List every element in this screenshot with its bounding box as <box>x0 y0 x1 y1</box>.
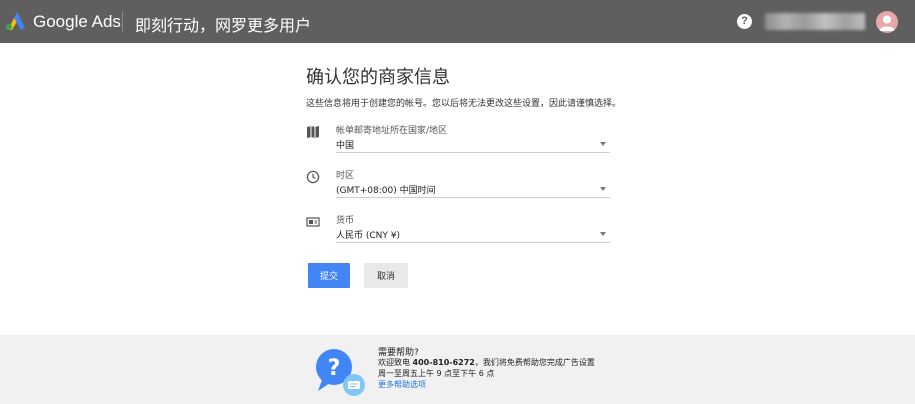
chevron-down-icon <box>600 232 606 236</box>
main-content: 确认您的商家信息 这些信息将用于创建您的帐号。您以后将无法更改这些设置，因此请谨… <box>0 43 915 335</box>
account-email-redacted[interactable] <box>765 13 865 30</box>
header-tagline: 即刻行动，网罗更多用户 <box>135 16 312 35</box>
cancel-button[interactable]: 取消 <box>364 263 408 288</box>
timezone-label: 时区 <box>336 171 355 181</box>
question-circle-icon[interactable]: ? <box>737 14 752 29</box>
avatar[interactable] <box>876 11 898 33</box>
currency-card-icon <box>306 217 320 227</box>
more-help-link[interactable]: 更多帮助选项 <box>378 379 426 390</box>
country-select[interactable]: 中国 <box>336 136 610 153</box>
page-subtitle: 这些信息将用于创建您的帐号。您以后将无法更改这些设置，因此请谨慎选择。 <box>306 99 622 109</box>
help-phone-number: 400-810-6272 <box>412 358 475 367</box>
currency-label: 货币 <box>336 216 355 226</box>
chevron-down-icon <box>600 187 606 191</box>
country-label: 帐单邮寄地址所在国家/地区 <box>336 126 448 136</box>
header-divider <box>122 11 123 32</box>
page-title: 确认您的商家信息 <box>306 67 450 88</box>
map-icon <box>307 126 319 138</box>
country-value: 中国 <box>336 141 355 151</box>
clock-icon <box>306 170 320 184</box>
google-ads-logo-icon[interactable] <box>5 12 25 30</box>
timezone-field: 时区 (GMT+08:00) 中国时间 <box>306 168 610 208</box>
user-silhouette-icon <box>879 15 895 31</box>
currency-select[interactable]: 人民币 (CNY ¥) <box>336 226 610 243</box>
svg-text:?: ? <box>328 356 341 381</box>
timezone-value: (GMT+08:00) 中国时间 <box>336 186 436 196</box>
help-phone-suffix: ，我们将免费帮助您完成广告设置 <box>474 358 595 367</box>
help-phone-prefix: 欢迎致电 <box>378 358 413 367</box>
help-chat-icon: ? <box>316 349 365 396</box>
timezone-select[interactable]: (GMT+08:00) 中国时间 <box>336 181 610 198</box>
chevron-down-icon <box>600 142 606 146</box>
currency-field: 货币 人民币 (CNY ¥) <box>306 213 610 253</box>
brand-name[interactable]: Google Ads <box>33 12 121 32</box>
currency-value: 人民币 (CNY ¥) <box>336 231 400 241</box>
submit-button[interactable]: 提交 <box>308 263 350 288</box>
help-hours: 周一至周五上午 9 点至下午 6 点 <box>378 369 495 378</box>
help-phone-line: 欢迎致电 400-810-6272，我们将免费帮助您完成广告设置 <box>378 357 595 368</box>
country-field: 帐单邮寄地址所在国家/地区 中国 <box>306 123 610 163</box>
top-app-bar: Google Ads 即刻行动，网罗更多用户 ? <box>0 0 915 43</box>
help-footer: ? 需要帮助? 欢迎致电 400-810-6272，我们将免费帮助您完成广告设置… <box>0 335 915 404</box>
